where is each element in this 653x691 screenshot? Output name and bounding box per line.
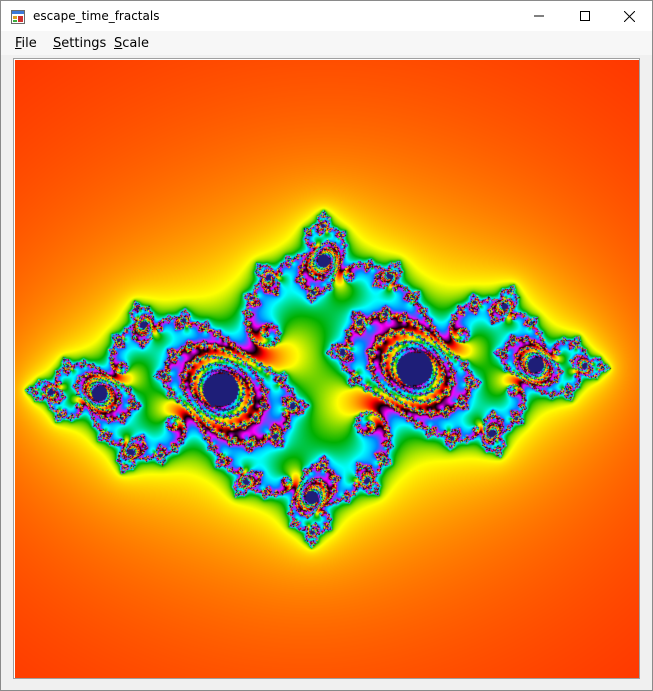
maximize-icon	[580, 11, 590, 21]
menu-bar: File Settings Scale	[1, 31, 652, 55]
menu-file[interactable]: File	[15, 36, 37, 51]
minimize-icon	[534, 11, 544, 21]
menu-settings-label: ettings	[61, 36, 107, 51]
menu-file-label: ile	[21, 36, 37, 51]
close-button[interactable]	[606, 1, 652, 31]
maximize-button[interactable]	[562, 1, 608, 31]
menu-scale-label: cale	[122, 36, 149, 51]
fractal-canvas-frame	[13, 58, 640, 679]
minimize-button[interactable]	[516, 1, 562, 31]
fractal-canvas[interactable]	[15, 60, 639, 678]
window-title: escape_time_fractals	[33, 9, 160, 23]
menu-scale[interactable]: Scale	[114, 36, 149, 51]
close-icon	[623, 10, 635, 22]
title-bar[interactable]: escape_time_fractals	[1, 1, 652, 31]
app-icon	[11, 9, 25, 24]
app-window: escape_time_fractals File Settings Scale	[0, 0, 653, 691]
menu-settings[interactable]: Settings	[53, 36, 106, 51]
